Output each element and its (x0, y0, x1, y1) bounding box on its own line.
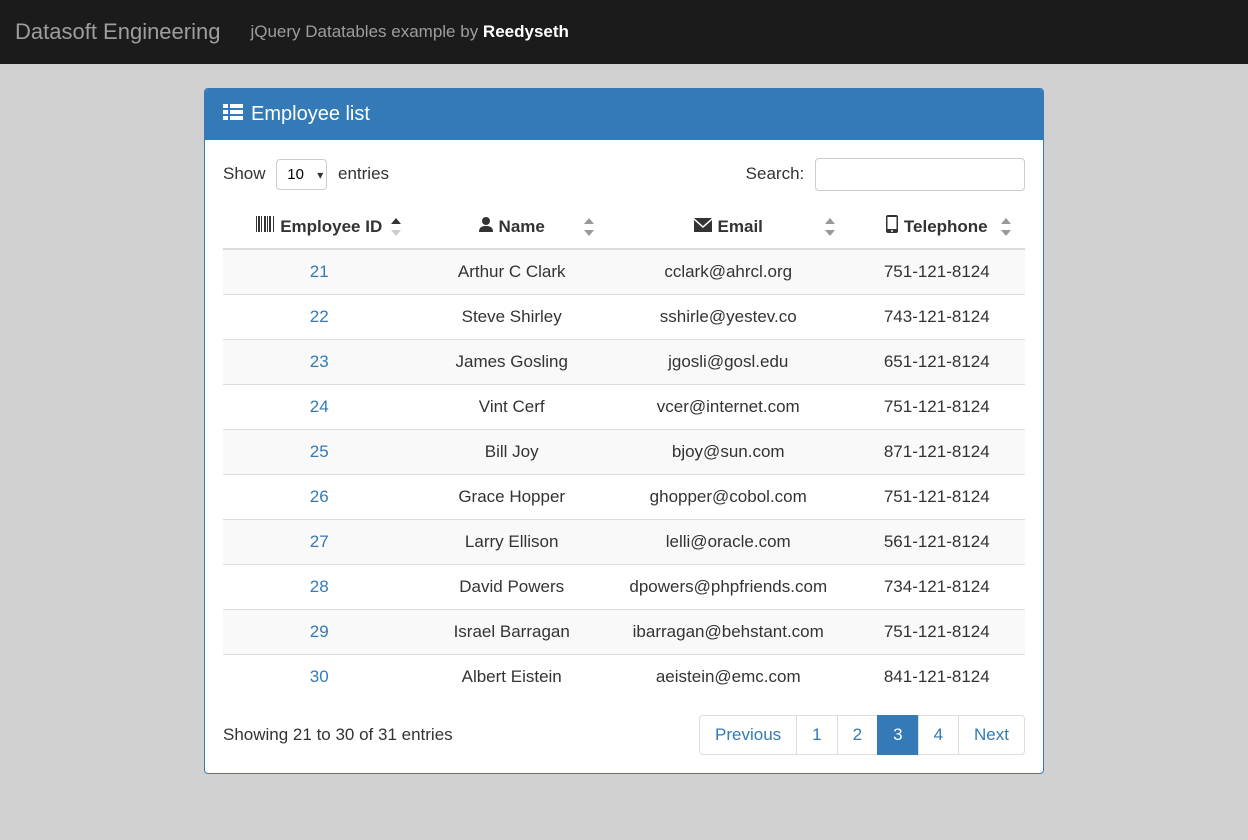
cell-name: Larry Ellison (415, 520, 607, 565)
employee-id-link[interactable]: 21 (310, 262, 329, 281)
cell-phone: 743-121-8124 (849, 295, 1025, 340)
cell-name: Albert Eistein (415, 655, 607, 700)
cell-id: 23 (223, 340, 415, 385)
page-previous[interactable]: Previous (699, 715, 797, 755)
cell-id: 28 (223, 565, 415, 610)
employee-id-link[interactable]: 23 (310, 352, 329, 371)
length-control: Show 10 entries (223, 159, 389, 190)
cell-name: Israel Barragan (415, 610, 607, 655)
cell-email: lelli@oracle.com (608, 520, 849, 565)
cell-name: Arthur C Clark (415, 249, 607, 295)
sort-icon (391, 218, 403, 236)
cell-email: ghopper@cobol.com (608, 475, 849, 520)
search-control: Search: (746, 158, 1025, 191)
table-row: 28 David Powersdpowers@phpfriends.com734-… (223, 565, 1025, 610)
table-row: 30 Albert Eisteinaeistein@emc.com841-121-… (223, 655, 1025, 700)
list-icon (223, 103, 243, 126)
page-4[interactable]: 4 (918, 715, 959, 755)
table-row: 22 Steve Shirleysshirle@yestev.co743-121-… (223, 295, 1025, 340)
mobile-icon (886, 215, 898, 238)
table-row: 23 James Goslingjgosli@gosl.edu651-121-81… (223, 340, 1025, 385)
cell-name: Bill Joy (415, 430, 607, 475)
cell-id: 25 (223, 430, 415, 475)
cell-phone: 751-121-8124 (849, 610, 1025, 655)
cell-phone: 871-121-8124 (849, 430, 1025, 475)
page-3[interactable]: 3 (877, 715, 918, 755)
cell-email: vcer@internet.com (608, 385, 849, 430)
table-row: 26 Grace Hopperghopper@cobol.com751-121-8… (223, 475, 1025, 520)
sort-icon (584, 218, 596, 236)
page-next[interactable]: Next (958, 715, 1025, 755)
table-row: 25 Bill Joybjoy@sun.com871-121-8124 (223, 430, 1025, 475)
search-input[interactable] (815, 158, 1025, 191)
cell-id: 21 (223, 249, 415, 295)
sort-icon (1001, 218, 1013, 236)
cell-email: sshirle@yestev.co (608, 295, 849, 340)
employee-id-link[interactable]: 27 (310, 532, 329, 551)
length-select[interactable]: 10 (276, 159, 327, 190)
navbar-subtitle: jQuery Datatables example by Reedyseth (250, 22, 568, 42)
employee-id-link[interactable]: 26 (310, 487, 329, 506)
barcode-icon (256, 216, 274, 237)
panel-title: Employee list (251, 103, 370, 126)
employee-id-link[interactable]: 30 (310, 667, 329, 686)
cell-phone: 751-121-8124 (849, 385, 1025, 430)
col-name[interactable]: Name (415, 205, 607, 249)
cell-phone: 734-121-8124 (849, 565, 1025, 610)
cell-phone: 751-121-8124 (849, 249, 1025, 295)
employee-table: Employee ID Name (223, 205, 1025, 699)
col-telephone[interactable]: Telephone (849, 205, 1025, 249)
table-row: 24 Vint Cerfvcer@internet.com751-121-8124 (223, 385, 1025, 430)
panel-heading: Employee list (205, 89, 1043, 140)
cell-name: Grace Hopper (415, 475, 607, 520)
cell-id: 29 (223, 610, 415, 655)
cell-phone: 751-121-8124 (849, 475, 1025, 520)
brand-title[interactable]: Datasoft Engineering (15, 19, 250, 45)
col-email[interactable]: Email (608, 205, 849, 249)
cell-name: David Powers (415, 565, 607, 610)
cell-phone: 651-121-8124 (849, 340, 1025, 385)
user-icon (479, 216, 493, 237)
envelope-icon (694, 217, 712, 237)
cell-name: James Gosling (415, 340, 607, 385)
employee-id-link[interactable]: 25 (310, 442, 329, 461)
cell-email: cclark@ahrcl.org (608, 249, 849, 295)
cell-id: 26 (223, 475, 415, 520)
employee-id-link[interactable]: 22 (310, 307, 329, 326)
cell-id: 27 (223, 520, 415, 565)
page-1[interactable]: 1 (796, 715, 837, 755)
employee-id-link[interactable]: 24 (310, 397, 329, 416)
pagination: Previous1234Next (699, 715, 1025, 755)
cell-email: dpowers@phpfriends.com (608, 565, 849, 610)
cell-id: 30 (223, 655, 415, 700)
table-row: 21 Arthur C Clarkcclark@ahrcl.org751-121-… (223, 249, 1025, 295)
employee-id-link[interactable]: 29 (310, 622, 329, 641)
table-row: 27 Larry Ellisonlelli@oracle.com561-121-8… (223, 520, 1025, 565)
cell-phone: 561-121-8124 (849, 520, 1025, 565)
table-row: 29 Israel Barraganibarragan@behstant.com7… (223, 610, 1025, 655)
navbar: Datasoft Engineering jQuery Datatables e… (0, 0, 1248, 64)
cell-name: Vint Cerf (415, 385, 607, 430)
employee-panel: Employee list Show 10 entries Search: (204, 88, 1044, 774)
cell-email: aeistein@emc.com (608, 655, 849, 700)
employee-id-link[interactable]: 28 (310, 577, 329, 596)
cell-id: 24 (223, 385, 415, 430)
cell-phone: 841-121-8124 (849, 655, 1025, 700)
page-2[interactable]: 2 (837, 715, 878, 755)
cell-name: Steve Shirley (415, 295, 607, 340)
cell-email: jgosli@gosl.edu (608, 340, 849, 385)
cell-id: 22 (223, 295, 415, 340)
table-info: Showing 21 to 30 of 31 entries (223, 725, 453, 745)
cell-email: ibarragan@behstant.com (608, 610, 849, 655)
cell-email: bjoy@sun.com (608, 430, 849, 475)
col-employee-id[interactable]: Employee ID (223, 205, 415, 249)
sort-icon (825, 218, 837, 236)
